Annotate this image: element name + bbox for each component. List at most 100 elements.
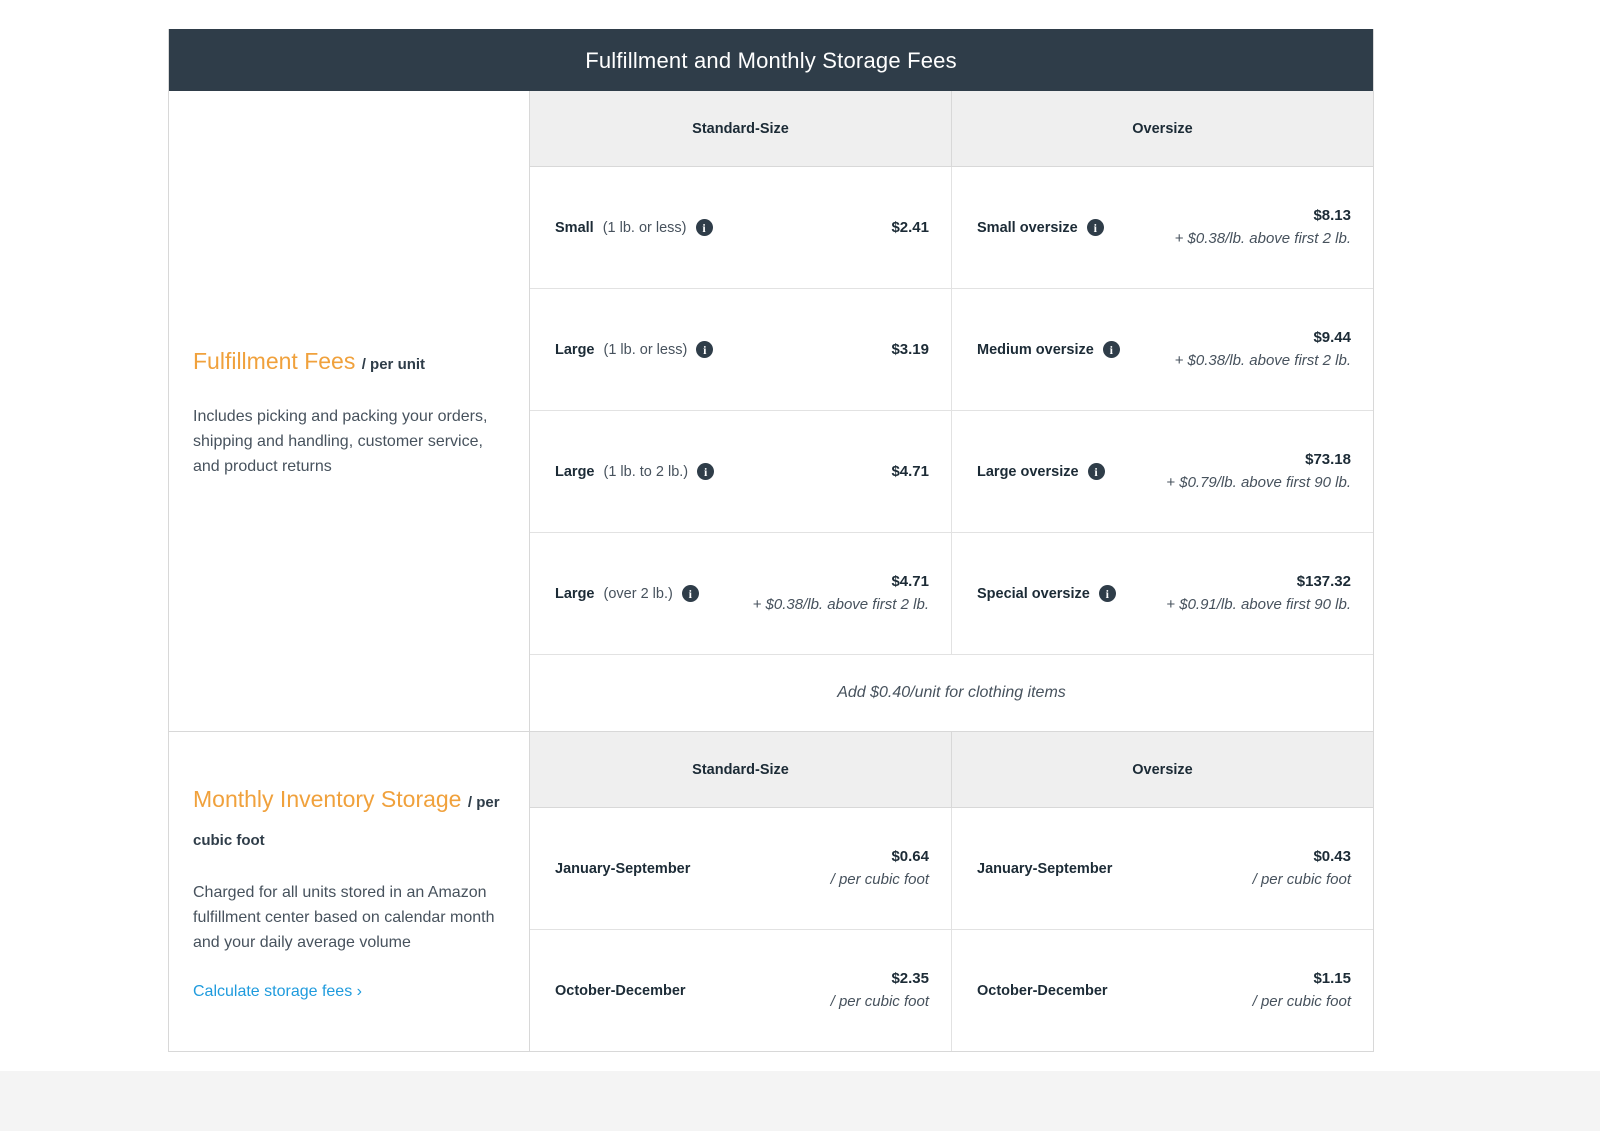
fee-amount: $3.19 — [891, 340, 929, 358]
fee-price: $9.44 + $0.38/lb. above first 2 lb. — [1175, 327, 1351, 373]
fulfillment-fees-section: Fulfillment Fees / per unit Includes pic… — [169, 91, 1373, 731]
fee-cell-oversize: Special oversize i $137.32 + $0.91/lb. a… — [951, 533, 1373, 654]
monthly-storage-heading-accent: Monthly Inventory Storage — [193, 786, 462, 812]
fee-extra: + $0.91/lb. above first 90 lb. — [1166, 595, 1351, 613]
fee-cell-standard: Large (1 lb. or less) i $3.19 — [530, 289, 951, 410]
fee-label: Small (1 lb. or less) i — [555, 219, 713, 236]
table-row: Large (1 lb. or less) i $3.19 Medium ove… — [530, 288, 1373, 410]
fee-label-strong: Large — [555, 341, 595, 358]
fulfillment-column-headers: Standard-Size Oversize — [530, 91, 1373, 167]
info-icon[interactable]: i — [695, 219, 713, 236]
fee-price: $4.71 — [891, 461, 929, 483]
fee-label-strong: Large — [555, 463, 595, 480]
fee-label: Large (1 lb. or less) i — [555, 341, 714, 358]
storage-column-headers: Standard-Size Oversize — [530, 732, 1373, 808]
storage-period: January-September — [977, 860, 1113, 877]
table-row: October-December $2.35 / per cubic foot … — [530, 929, 1373, 1051]
storage-period-label: October-December — [977, 983, 1108, 999]
info-icon[interactable]: i — [696, 341, 714, 358]
fee-amount: $2.41 — [891, 218, 929, 236]
storage-period-label: January-September — [977, 861, 1112, 877]
fulfillment-fees-table: Standard-Size Oversize Small (1 lb. or l… — [530, 91, 1373, 731]
storage-amount: $1.15 — [1313, 969, 1351, 987]
fee-extra: + $0.38/lb. above first 2 lb. — [752, 595, 929, 613]
storage-cell-standard: January-September $0.64 / per cubic foot — [530, 808, 951, 929]
info-icon[interactable]: i — [1087, 463, 1105, 480]
info-icon[interactable]: i — [697, 463, 715, 480]
storage-period-label: October-December — [555, 983, 686, 999]
storage-price: $0.64 / per cubic foot — [831, 846, 929, 892]
storage-amount: $0.64 — [891, 847, 929, 865]
fee-cell-standard: Large (over 2 lb.) i $4.71 + $0.38/lb. a… — [530, 533, 951, 654]
page-root: Fulfillment and Monthly Storage Fees Ful… — [0, 0, 1600, 1131]
fee-label: Medium oversize i — [977, 341, 1120, 358]
storage-unit: / per cubic foot — [1252, 992, 1351, 1010]
storage-unit: / per cubic foot — [830, 992, 929, 1010]
fee-amount: $4.71 — [891, 462, 929, 480]
fee-price: $2.41 — [891, 217, 929, 239]
column-header-standard-size: Standard-Size — [692, 762, 789, 778]
info-icon[interactable]: i — [1098, 585, 1116, 602]
info-icon[interactable]: i — [1102, 341, 1120, 358]
fee-price: $3.19 — [891, 339, 929, 361]
fee-cell-oversize: Medium oversize i $9.44 + $0.38/lb. abov… — [951, 289, 1373, 410]
fee-label-strong: Medium oversize — [977, 341, 1094, 358]
monthly-storage-section: Monthly Inventory Storage / per cubic fo… — [169, 731, 1373, 1051]
column-header-oversize: Oversize — [951, 91, 1373, 166]
storage-cell-oversize: January-September $0.43 / per cubic foot — [951, 808, 1373, 929]
fee-extra: + $0.38/lb. above first 2 lb. — [1174, 229, 1351, 247]
fee-extra: + $0.79/lb. above first 90 lb. — [1166, 473, 1351, 491]
fee-cell-standard: Small (1 lb. or less) i $2.41 — [530, 167, 951, 288]
storage-period: January-September — [555, 860, 691, 877]
fee-label-weak: (1 lb. to 2 lb.) — [603, 463, 689, 480]
storage-price: $0.43 / per cubic foot — [1253, 846, 1351, 892]
fee-label: Small oversize i — [977, 219, 1104, 236]
calculate-storage-fees-link[interactable]: Calculate storage fees › — [193, 983, 505, 1001]
info-icon[interactable]: i — [1086, 219, 1104, 236]
fulfillment-fees-label-column: Fulfillment Fees / per unit Includes pic… — [169, 91, 530, 731]
fee-extra: + $0.38/lb. above first 2 lb. — [1174, 351, 1351, 369]
fee-label-strong: Small — [555, 219, 594, 236]
fee-cell-oversize: Small oversize i $8.13 + $0.38/lb. above… — [951, 167, 1373, 288]
column-header-oversize: Oversize — [951, 732, 1373, 807]
storage-unit: / per cubic foot — [830, 870, 929, 888]
fee-label-strong: Small oversize — [977, 219, 1078, 236]
fee-label-strong: Special oversize — [977, 585, 1090, 602]
storage-price: $1.15 / per cubic foot — [1253, 968, 1351, 1014]
storage-period: October-December — [977, 982, 1108, 999]
info-icon[interactable]: i — [681, 585, 699, 602]
monthly-storage-label-column: Monthly Inventory Storage / per cubic fo… — [169, 732, 530, 1051]
table-row: Small (1 lb. or less) i $2.41 Small over… — [530, 167, 1373, 288]
storage-period: October-December — [555, 982, 686, 999]
fee-label: Special oversize i — [977, 585, 1116, 602]
storage-unit: / per cubic foot — [1252, 870, 1351, 888]
fee-label-weak: (1 lb. or less) — [602, 219, 687, 236]
fee-label-weak: (over 2 lb.) — [603, 585, 673, 602]
storage-amount: $0.43 — [1313, 847, 1351, 865]
fee-cell-standard: Large (1 lb. to 2 lb.) i $4.71 — [530, 411, 951, 532]
fulfillment-fees-heading-sub: / per unit — [361, 355, 426, 373]
storage-cell-standard: October-December $2.35 / per cubic foot — [530, 930, 951, 1051]
fees-card: Fulfillment and Monthly Storage Fees Ful… — [168, 29, 1374, 1052]
storage-period-label: January-September — [555, 861, 690, 877]
storage-cell-oversize: October-December $1.15 / per cubic foot — [951, 930, 1373, 1051]
column-header-standard-size: Standard-Size — [692, 121, 789, 137]
fulfillment-fees-heading-accent: Fulfillment Fees — [193, 347, 356, 374]
fee-label-strong: Large oversize — [977, 463, 1079, 480]
monthly-storage-heading: Monthly Inventory Storage / per cubic fo… — [193, 782, 505, 858]
fee-amount: $137.32 — [1296, 572, 1351, 590]
fee-label-strong: Large — [555, 585, 595, 602]
monthly-storage-description: Charged for all units stored in an Amazo… — [193, 884, 495, 951]
fee-amount: $4.71 — [891, 572, 929, 590]
clothing-surcharge-note: Add $0.40/unit for clothing items — [530, 654, 1373, 731]
table-row: January-September $0.64 / per cubic foot… — [530, 808, 1373, 929]
fee-price: $8.13 + $0.38/lb. above first 2 lb. — [1175, 205, 1351, 251]
page-title: Fulfillment and Monthly Storage Fees — [169, 29, 1373, 91]
fulfillment-fees-heading: Fulfillment Fees / per unit — [193, 344, 505, 382]
fee-amount: $73.18 — [1305, 450, 1351, 468]
fee-label-weak: (1 lb. or less) — [603, 341, 688, 358]
fee-price: $4.71 + $0.38/lb. above first 2 lb. — [753, 571, 929, 617]
fee-label: Large (1 lb. to 2 lb.) i — [555, 463, 715, 480]
monthly-storage-table: Standard-Size Oversize January-September… — [530, 732, 1373, 1051]
storage-price: $2.35 / per cubic foot — [831, 968, 929, 1014]
